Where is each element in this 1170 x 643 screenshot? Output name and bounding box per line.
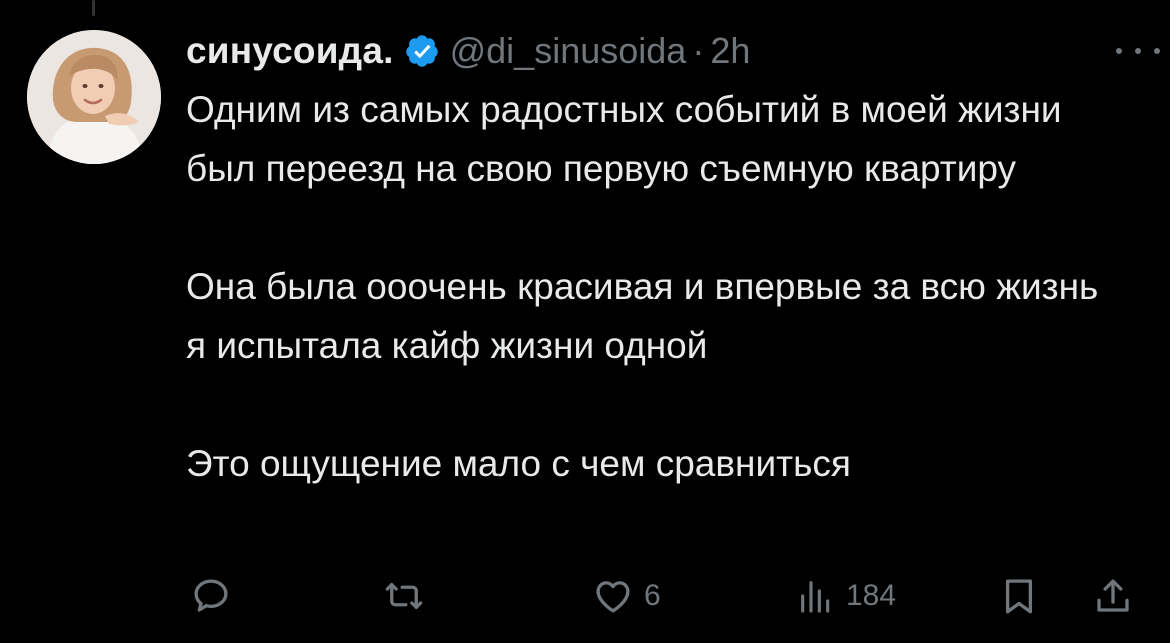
views-icon [801,581,830,613]
author-display-name[interactable]: синусоида. [186,30,394,72]
heart-icon [596,581,630,613]
tweet-paragraph: Она была ооочень красивая и впервые за в… [186,266,1099,366]
tweet-paragraph: Это ощущение мало с чем сравниться [186,443,851,484]
verified-badge-icon [404,33,440,69]
repost-icon [385,582,423,610]
share-icon [1097,579,1129,612]
tweet-header: синусоида. @di_sinusoida · 2h [186,26,1160,76]
author-handle[interactable]: @di_sinusoida [450,30,687,72]
reply-icon [194,579,228,612]
separator-dot: · [692,30,705,71]
tweet-action-bar: 6 184 [186,570,1146,622]
more-options-icon[interactable] [1116,36,1160,66]
tweet-timestamp[interactable]: 2h [710,30,750,72]
avatar-photo [27,30,161,164]
thread-connector-line [92,0,95,16]
bookmark-button[interactable] [998,570,1040,622]
tweet-text: Одним из самых радостных событий в моей … [186,80,1116,493]
tweet-paragraph: Одним из самых радостных событий в моей … [186,89,1062,189]
tweet-content: синусоида. @di_sinusoida · 2h Одним из с… [186,26,1160,493]
like-button[interactable]: 6 [592,570,661,622]
share-button[interactable] [1092,570,1134,622]
views-count: 184 [846,579,897,612]
like-count: 6 [644,579,661,612]
views-button[interactable]: 184 [796,570,896,622]
repost-button[interactable] [382,570,426,622]
reply-button[interactable] [190,570,232,622]
bookmark-icon [1005,579,1033,614]
avatar[interactable] [27,30,161,164]
